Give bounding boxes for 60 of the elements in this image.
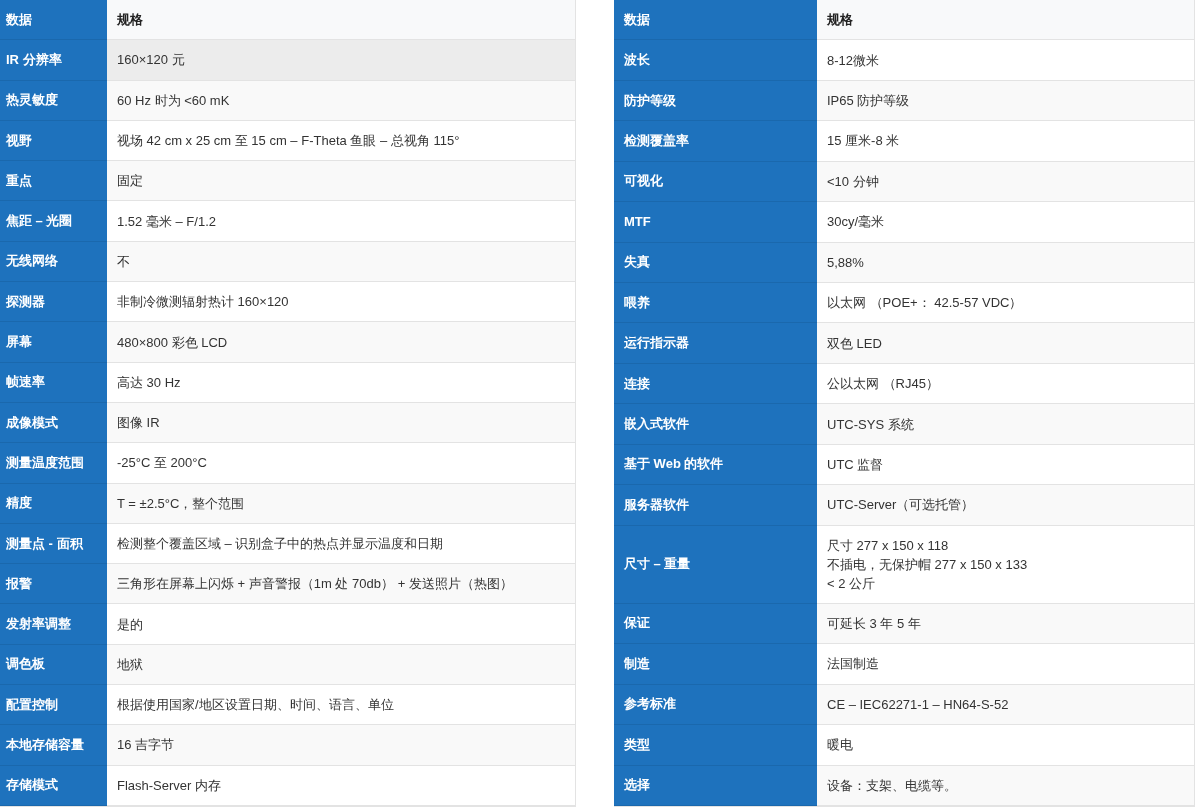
- spec-label: IR 分辨率: [0, 40, 107, 81]
- spec-value: 不: [107, 241, 575, 283]
- spec-label: 无线网络: [0, 241, 107, 283]
- column-header: 数据: [614, 0, 817, 41]
- spec-label: 热灵敏度: [0, 80, 107, 121]
- spec-label: 基于 Web 的软件: [614, 444, 817, 486]
- spec-label: 可视化: [614, 161, 817, 203]
- spec-value: CE – IEC62271-1 – HN64-S-52: [817, 684, 1194, 726]
- spec-label: 重点: [0, 161, 107, 202]
- spec-label: 视野: [0, 120, 107, 162]
- column-header: 规格: [817, 0, 1194, 41]
- spec-label: MTF: [614, 202, 817, 243]
- spec-value: 可延长 3 年 5 年: [817, 603, 1194, 645]
- spec-value: 设备：支架、电缆等。: [817, 765, 1194, 806]
- spec-label: 焦距 – 光圈: [0, 201, 107, 242]
- spec-label: 存储模式: [0, 765, 107, 806]
- spec-label: 报警: [0, 564, 107, 605]
- spec-label: 检测覆盖率: [614, 121, 817, 162]
- spec-label: 配置控制: [0, 685, 107, 726]
- spec-value: <10 分钟: [817, 161, 1194, 203]
- spec-label: 制造: [614, 644, 817, 685]
- spec-value: 60 Hz 时为 <60 mK: [107, 80, 575, 121]
- spec-value: T = ±2.5°C，整个范围: [107, 483, 575, 524]
- spec-value: 双色 LED: [817, 323, 1194, 364]
- spec-label: 选择: [614, 765, 817, 806]
- spec-value: 三角形在屏幕上闪烁 + 声音警报（1m 处 70db） + 发送照片（热图）: [107, 564, 575, 605]
- spec-value: 图像 IR: [107, 402, 575, 444]
- spec-label: 保证: [614, 603, 817, 645]
- spec-label: 波长: [614, 40, 817, 81]
- spec-value: 地狱: [107, 644, 575, 686]
- spec-label: 本地存储容量: [0, 725, 107, 766]
- spec-label: 运行指示器: [614, 323, 817, 364]
- spec-label: 测量温度范围: [0, 443, 107, 484]
- spec-label: 失真: [614, 242, 817, 283]
- spec-value: 160×120 元: [107, 40, 575, 81]
- spec-label: 参考标准: [614, 684, 817, 726]
- spec-label: 嵌入式软件: [614, 404, 817, 445]
- spec-label: 类型: [614, 725, 817, 766]
- spec-value: 16 吉字节: [107, 725, 575, 766]
- spec-value: 5,88%: [817, 242, 1194, 283]
- spec-label: 屏幕: [0, 322, 107, 363]
- spec-label: 喂养: [614, 283, 817, 324]
- spec-label: 调色板: [0, 644, 107, 686]
- column-header: 规格: [107, 0, 575, 41]
- spec-value: UTC-SYS 系统: [817, 404, 1194, 445]
- spec-label: 精度: [0, 483, 107, 524]
- spec-value: 480×800 彩色 LCD: [107, 322, 575, 363]
- spec-label: 探测器: [0, 282, 107, 323]
- spec-value: 固定: [107, 161, 575, 202]
- spec-label: 帧速率: [0, 362, 107, 403]
- spec-label: 防护等级: [614, 80, 817, 122]
- spec-label: 发射率调整: [0, 604, 107, 645]
- spec-value: UTC-Server（可选托管）: [817, 485, 1194, 526]
- spec-label: 连接: [614, 363, 817, 405]
- spec-label: 尺寸 – 重量: [614, 525, 817, 604]
- column-header: 数据: [0, 0, 107, 41]
- spec-value: IP65 防护等级: [817, 80, 1194, 122]
- spec-label: 成像模式: [0, 402, 107, 444]
- spec-label: 测量点 - 面积: [0, 523, 107, 565]
- spec-label: 服务器软件: [614, 485, 817, 526]
